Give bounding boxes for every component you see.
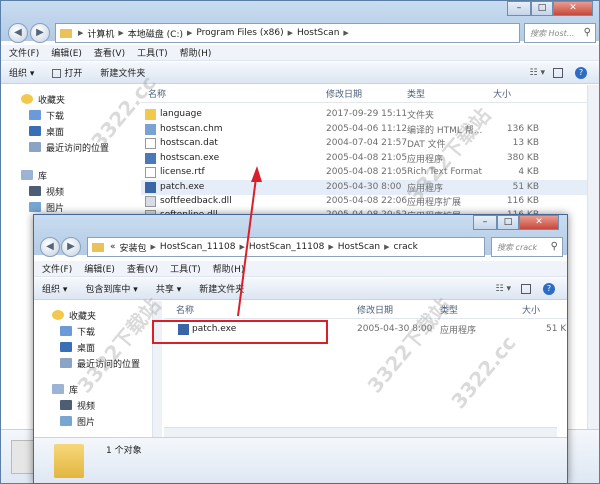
arrow-head [251, 166, 262, 182]
annotation-arrow [237, 166, 262, 317]
arrow-line [237, 177, 257, 317]
